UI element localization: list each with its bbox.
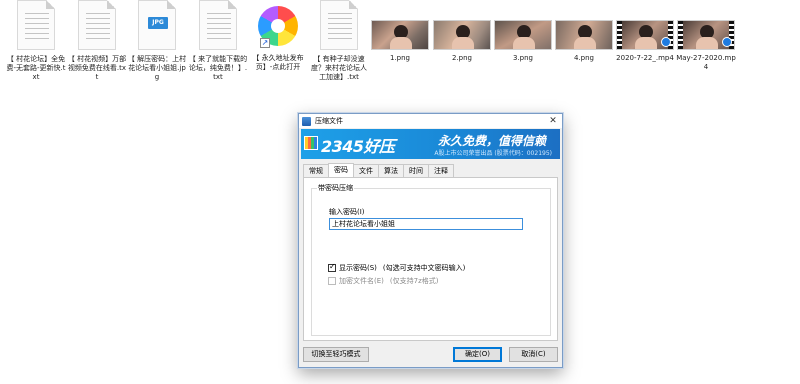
desktop-file[interactable]: 3.png [493, 20, 553, 63]
file-caption: 【 永久地址发布页】-点此打开 [252, 54, 304, 71]
group-label: 带密码压缩 [317, 183, 354, 193]
app-icon [302, 116, 311, 126]
show-password-note: (勾选可支持中文密码输入) [382, 264, 466, 272]
file-caption: 【 村花视频】万部视频免费在线看.txt [67, 55, 127, 81]
brand-name: 2345好压 [321, 137, 395, 156]
tab-general[interactable]: 常规 [303, 164, 329, 177]
desktop-file[interactable]: 2.png [432, 20, 492, 63]
text-file-icon [78, 0, 116, 50]
tab-strip: 常规 密码 文件 算法 时间 注释 [303, 163, 454, 178]
text-file-icon [17, 0, 55, 50]
dialog-titlebar[interactable]: 压缩文件 ✕ [299, 114, 562, 128]
image-thumbnail [494, 20, 552, 50]
file-caption: 4.png [573, 54, 594, 62]
compress-dialog: 压缩文件 ✕ 2345好压 永久免费，值得信赖 A股上市公司荣誉出品 (股票代码… [298, 113, 563, 368]
tab-files[interactable]: 文件 [353, 164, 379, 177]
ok-button[interactable]: 确定(O) [453, 347, 502, 362]
shortcut-arrow-icon: ↗ [260, 38, 270, 48]
file-caption: 【 解压密码：上村花论坛看小姐姐.jpg [127, 55, 187, 81]
password-panel: 带密码压缩 输入密码(I) 显示密码(S) (勾选可支持中文密码输入) 加密文件… [303, 177, 558, 341]
logo-icon [304, 136, 318, 150]
banner-subline: A股上市公司荣誉出品 (股票代码：002195) [434, 150, 552, 157]
desktop-file[interactable]: ↗ 【 永久地址发布页】-点此打开 [250, 0, 306, 72]
tab-algorithm[interactable]: 算法 [378, 164, 404, 177]
brand-banner: 2345好压 永久免费，值得信赖 A股上市公司荣誉出品 (股票代码：002195… [301, 129, 560, 159]
desktop-file[interactable]: 1.png [370, 20, 430, 63]
show-password-label: 显示密码(S) [339, 264, 377, 272]
cancel-button[interactable]: 取消(C) [509, 347, 558, 362]
image-thumbnail [555, 20, 613, 50]
file-caption: 【 来了就能下载的论坛，纯免费！】.txt [188, 55, 248, 81]
password-label: 输入密码(I) [329, 208, 365, 216]
video-thumbnail [677, 20, 735, 50]
close-icon[interactable]: ✕ [546, 115, 560, 127]
show-password-checkbox[interactable] [328, 262, 336, 272]
encrypt-filenames-checkbox [328, 277, 336, 285]
desktop-file[interactable]: 4.png [554, 20, 614, 63]
file-caption: 【 有种子却没速度？来村花论坛人工加速】.txt [311, 55, 367, 81]
tab-comment[interactable]: 注释 [428, 164, 454, 177]
encrypt-filenames-label: 加密文件名(E) [339, 277, 384, 285]
file-caption: 1.png [389, 54, 410, 62]
video-badge-icon [661, 37, 671, 47]
video-badge-icon [722, 37, 732, 47]
password-input[interactable] [329, 218, 523, 230]
desktop-file[interactable]: 【 村花视频】万部视频免费在线看.txt [67, 0, 127, 82]
browser-shortcut-icon: ↗ [258, 6, 298, 48]
file-caption: 3.png [512, 54, 533, 62]
banner-slogan: 永久免费，值得信赖 [437, 134, 546, 148]
desktop-file[interactable]: May-27-2020.mp4 [676, 20, 736, 72]
desktop-file[interactable]: 【 有种子却没速度？来村花论坛人工加速】.txt [311, 0, 367, 82]
file-caption: 2.png [451, 54, 472, 62]
text-file-icon [199, 0, 237, 50]
encrypt-filenames-option: 加密文件名(E) (仅支持7z格式) [328, 276, 438, 286]
desktop-file[interactable]: JPG 【 解压密码：上村花论坛看小姐姐.jpg [127, 0, 187, 82]
simple-mode-button[interactable]: 切换至轻巧模式 [303, 347, 369, 362]
image-thumbnail [433, 20, 491, 50]
desktop-file[interactable]: 【 村花论坛】全免费-无套路-更新快.txt [6, 0, 66, 82]
jpg-badge: JPG [148, 17, 168, 29]
text-file-icon [320, 0, 358, 50]
show-password-option[interactable]: 显示密码(S) (勾选可支持中文密码输入) [328, 262, 466, 273]
file-caption: May-27-2020.mp4 [676, 54, 736, 71]
tab-password[interactable]: 密码 [328, 163, 354, 177]
tab-time[interactable]: 时间 [403, 164, 429, 177]
dialog-title: 压缩文件 [315, 117, 343, 125]
desktop-file[interactable]: 【 来了就能下载的论坛，纯免费！】.txt [188, 0, 248, 82]
desktop-file[interactable]: 2020-7-22_.mp4 [615, 20, 675, 63]
encrypt-filenames-note: (仅支持7z格式) [389, 277, 439, 285]
jpg-file-icon: JPG [138, 0, 176, 50]
video-thumbnail [616, 20, 674, 50]
image-thumbnail [371, 20, 429, 50]
file-caption: 2020-7-22_.mp4 [616, 54, 674, 62]
file-caption: 【 村花论坛】全免费-无套路-更新快.txt [6, 55, 66, 81]
